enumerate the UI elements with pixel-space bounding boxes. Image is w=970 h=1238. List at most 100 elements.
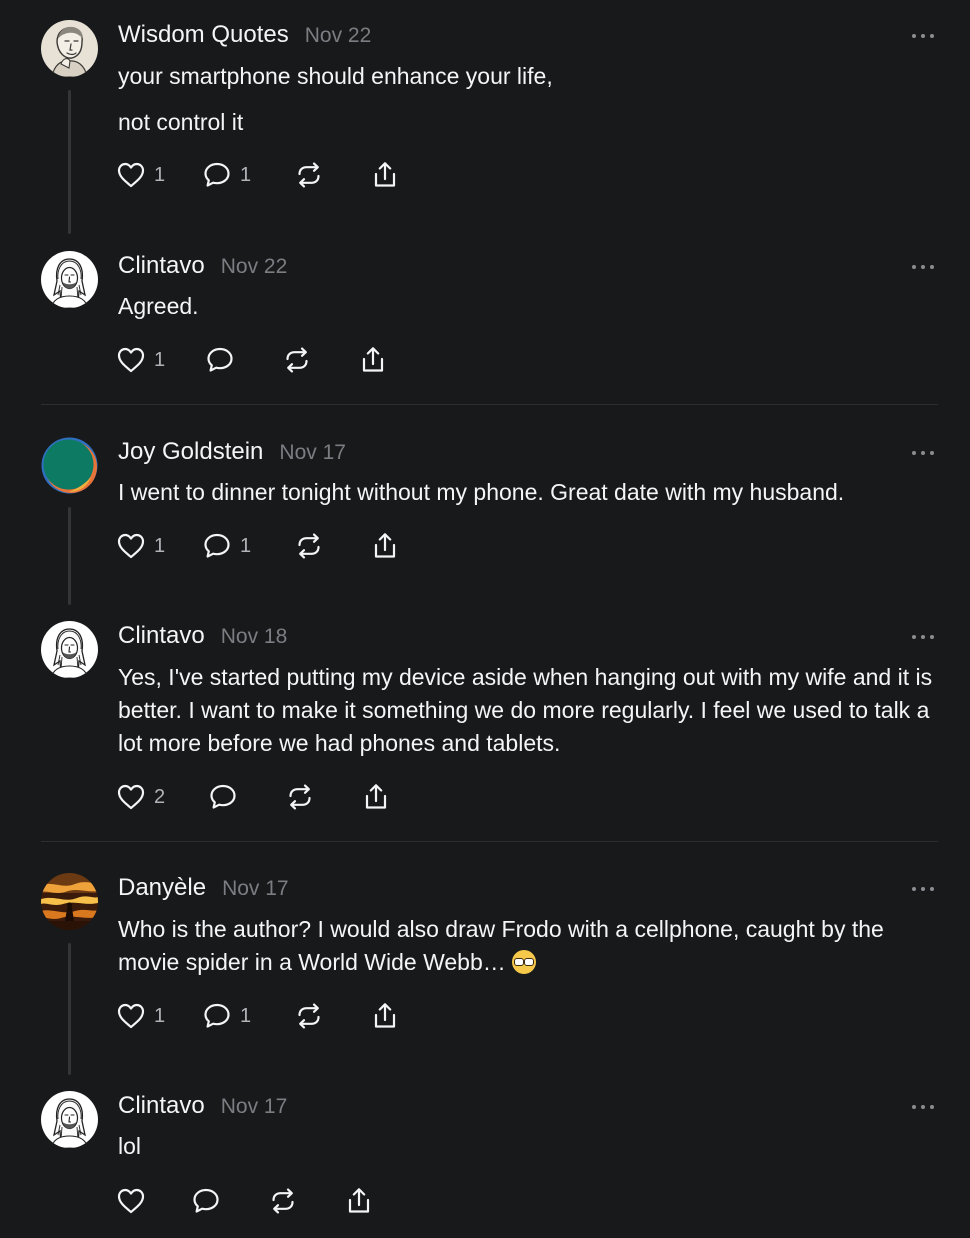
like-count: 1 xyxy=(154,348,166,371)
post-text-line: I went to dinner tonight without my phon… xyxy=(118,479,845,505)
heart-icon xyxy=(116,160,146,190)
reply-count: 1 xyxy=(240,1004,252,1027)
post-date: Nov 17 xyxy=(220,1095,288,1118)
reply-button[interactable]: 1 xyxy=(202,999,251,1033)
heart-icon xyxy=(116,531,146,561)
post-text: lol xyxy=(118,1130,948,1163)
nerd-face-emoji-icon xyxy=(512,950,537,974)
share-icon xyxy=(344,1186,374,1216)
post-text: Yes, I've started putting my device asid… xyxy=(118,661,933,760)
post-text-line: not control it xyxy=(118,109,244,135)
post-date: Nov 17 xyxy=(222,877,289,900)
repost-button[interactable] xyxy=(268,1184,298,1218)
share-icon xyxy=(370,160,400,190)
author-name[interactable]: Wisdom Quotes xyxy=(118,21,289,49)
share-icon xyxy=(370,531,400,561)
avatar[interactable] xyxy=(41,251,98,308)
repost-button[interactable] xyxy=(294,529,324,563)
post-header: Danyèle Nov 17 xyxy=(118,874,289,904)
post-text-line: Who is the author? I would also draw Fro… xyxy=(118,913,943,979)
more-dots-icon[interactable] xyxy=(910,263,936,271)
like-button[interactable]: 2 xyxy=(116,780,165,814)
post-date: Nov 22 xyxy=(220,255,288,278)
share-button[interactable] xyxy=(358,343,388,377)
share-button[interactable] xyxy=(361,780,391,814)
more-dots-icon[interactable] xyxy=(910,633,936,641)
post-date: Nov 18 xyxy=(220,625,288,648)
heart-icon xyxy=(116,345,146,375)
repost-arrows-icon xyxy=(282,345,312,375)
repost-arrows-icon xyxy=(294,160,324,190)
avatar[interactable] xyxy=(41,437,98,494)
author-name[interactable]: Clintavo xyxy=(118,1092,205,1120)
repost-arrows-icon xyxy=(268,1186,298,1216)
like-button[interactable]: 1 xyxy=(116,529,165,563)
repost-arrows-icon xyxy=(294,531,324,561)
comment-bubble-icon xyxy=(208,782,238,812)
repost-button[interactable] xyxy=(285,780,315,814)
like-button[interactable]: 1 xyxy=(116,343,165,377)
reply-count: 1 xyxy=(240,534,252,557)
share-button[interactable] xyxy=(370,529,400,563)
author-name[interactable]: Joy Goldstein xyxy=(118,438,263,466)
like-button[interactable] xyxy=(116,1184,146,1218)
repost-arrows-icon xyxy=(285,782,315,812)
avatar[interactable] xyxy=(41,20,98,77)
post-text-line: lol xyxy=(118,1133,142,1159)
author-name[interactable]: Danyèle xyxy=(118,874,206,902)
post-date: Nov 22 xyxy=(304,24,372,47)
repost-button[interactable] xyxy=(282,343,312,377)
author-name[interactable]: Clintavo xyxy=(118,252,205,280)
comment-bubble-icon xyxy=(202,160,232,190)
post-date: Nov 17 xyxy=(279,441,346,464)
post-text: Agreed. xyxy=(118,290,948,323)
comment-bubble-icon xyxy=(191,1186,221,1216)
more-dots-icon[interactable] xyxy=(910,32,936,40)
post-text-line: your smartphone should enhance your life… xyxy=(118,63,553,89)
more-dots-icon[interactable] xyxy=(910,1103,936,1111)
author-name[interactable]: Clintavo xyxy=(118,622,205,650)
post-header: Clintavo Nov 22 xyxy=(118,252,287,282)
post-header: Clintavo Nov 17 xyxy=(118,1092,287,1122)
repost-button[interactable] xyxy=(294,999,324,1033)
like-count: 1 xyxy=(154,1004,166,1027)
repost-button[interactable] xyxy=(294,158,324,192)
reply-button[interactable] xyxy=(191,1184,221,1218)
comment-bubble-icon xyxy=(202,1001,232,1031)
reply-button[interactable] xyxy=(208,780,238,814)
post-header: Clintavo Nov 18 xyxy=(118,622,287,652)
reply-count: 1 xyxy=(240,163,252,186)
like-count: 1 xyxy=(154,163,166,186)
post-text: your smartphone should enhance your life… xyxy=(118,60,948,139)
repost-arrows-icon xyxy=(294,1001,324,1031)
comment-bubble-icon xyxy=(205,345,235,375)
reply-button[interactable]: 1 xyxy=(202,158,251,192)
post-text-line: Agreed. xyxy=(118,293,199,319)
avatar[interactable] xyxy=(41,873,98,930)
comment-bubble-icon xyxy=(202,531,232,561)
post-text-line: Yes, I've started putting my device asid… xyxy=(118,664,933,756)
more-dots-icon[interactable] xyxy=(910,885,936,893)
avatar[interactable] xyxy=(41,621,98,678)
like-button[interactable]: 1 xyxy=(116,999,165,1033)
thread-line xyxy=(68,943,71,1075)
heart-icon xyxy=(116,1186,146,1216)
thread-divider xyxy=(41,841,938,842)
share-button[interactable] xyxy=(370,999,400,1033)
like-count: 2 xyxy=(154,785,166,808)
share-button[interactable] xyxy=(370,158,400,192)
more-dots-icon[interactable] xyxy=(910,449,936,457)
thread-divider xyxy=(41,404,938,405)
share-icon xyxy=(358,345,388,375)
post-text: Who is the author? I would also draw Fro… xyxy=(118,913,943,979)
reply-button[interactable] xyxy=(205,343,235,377)
post-text: I went to dinner tonight without my phon… xyxy=(118,476,948,509)
avatar[interactable] xyxy=(41,1091,98,1148)
thread-line xyxy=(68,90,71,234)
reply-button[interactable]: 1 xyxy=(202,529,251,563)
like-button[interactable]: 1 xyxy=(116,158,165,192)
post-text-content: Who is the author? I would also draw Fro… xyxy=(118,916,884,975)
heart-icon xyxy=(116,1001,146,1031)
share-button[interactable] xyxy=(344,1184,374,1218)
post-header: Wisdom Quotes Nov 22 xyxy=(118,21,371,51)
